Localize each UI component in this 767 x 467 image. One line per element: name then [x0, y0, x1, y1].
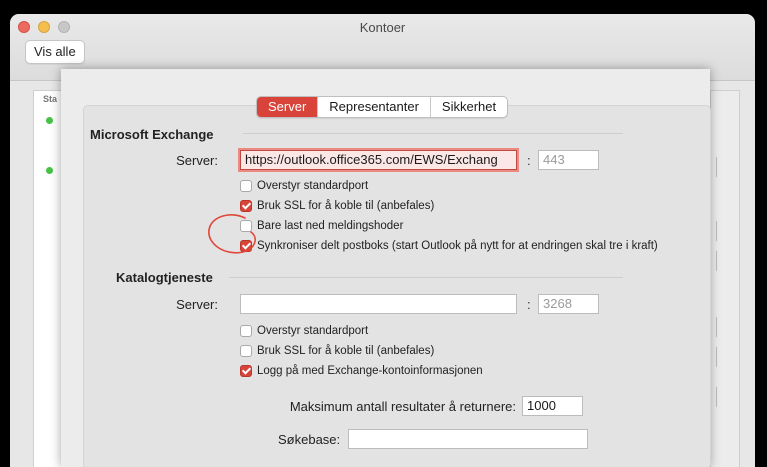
- background-control: [710, 347, 717, 367]
- status-online-icon: [46, 167, 53, 174]
- override-port-option[interactable]: Overstyr standardport: [240, 178, 368, 194]
- background-control: [710, 387, 717, 407]
- directory-use-ssl-option[interactable]: Bruk SSL for å koble til (anbefales): [240, 343, 434, 359]
- sync-shared-mailbox-label: Synkroniser delt postboks (start Outlook…: [257, 240, 658, 252]
- section-divider: [243, 133, 623, 134]
- exchange-section-title: Microsoft Exchange: [90, 127, 214, 142]
- tab-bar: Server Representanter Sikkerhet: [256, 96, 509, 118]
- override-port-label: Overstyr standardport: [257, 180, 369, 192]
- directory-port-field[interactable]: 3268: [538, 294, 599, 314]
- directory-section-title: Katalogtjeneste: [116, 270, 213, 285]
- sync-shared-mailbox-option[interactable]: Synkroniser delt postboks (start Outlook…: [240, 238, 658, 254]
- account-settings-sheet: Server Representanter Sikkerhet Microsof…: [61, 69, 711, 467]
- max-results-label: Maksimum antall resultater å returnere:: [289, 399, 516, 414]
- headers-only-checkbox[interactable]: [240, 220, 252, 232]
- show-all-button[interactable]: Vis alle: [25, 40, 85, 64]
- status-column-header: Sta: [43, 94, 58, 104]
- headers-only-option[interactable]: Bare last ned meldingshoder: [240, 218, 403, 234]
- accounts-window: Kontoer Vis alle Sta Server Representant…: [10, 14, 755, 467]
- status-online-icon: [46, 117, 53, 124]
- directory-server-field[interactable]: [240, 294, 517, 314]
- directory-override-port-checkbox[interactable]: [240, 325, 252, 337]
- max-results-field[interactable]: 1000: [522, 396, 583, 416]
- override-port-checkbox[interactable]: [240, 180, 252, 192]
- directory-use-ssl-label: Bruk SSL for å koble til (anbefales): [257, 345, 435, 357]
- headers-only-label: Bare last ned meldingshoder: [257, 220, 404, 232]
- tab-representatives[interactable]: Representanter: [317, 97, 430, 117]
- directory-server-label: Server:: [176, 297, 218, 312]
- exchange-port-field[interactable]: 443: [538, 150, 599, 170]
- searchbase-field[interactable]: [348, 429, 588, 449]
- exchange-server-label: Server:: [176, 153, 218, 168]
- background-control: [710, 157, 717, 177]
- port-separator: :: [527, 153, 531, 168]
- directory-override-port-label: Overstyr standardport: [257, 325, 369, 337]
- window-title: Kontoer: [359, 20, 406, 35]
- directory-use-ssl-checkbox[interactable]: [240, 345, 252, 357]
- tab-security[interactable]: Sikkerhet: [429, 97, 507, 117]
- directory-override-port-option[interactable]: Overstyr standardport: [240, 323, 368, 339]
- use-ssl-label: Bruk SSL for å koble til (anbefales): [257, 200, 435, 212]
- account-list[interactable]: [33, 90, 63, 467]
- exchange-login-label: Logg på med Exchange-kontoinformasjonen: [257, 365, 483, 377]
- background-control: [710, 251, 717, 271]
- section-divider: [229, 277, 623, 278]
- tab-server[interactable]: Server: [257, 97, 318, 117]
- sync-shared-mailbox-checkbox[interactable]: [240, 240, 252, 252]
- port-separator: :: [527, 297, 531, 312]
- background-control: [710, 221, 717, 241]
- background-control: [710, 317, 717, 337]
- use-ssl-option[interactable]: Bruk SSL for å koble til (anbefales): [240, 198, 434, 214]
- exchange-login-option[interactable]: Logg på med Exchange-kontoinformasjonen: [240, 363, 483, 379]
- exchange-server-field[interactable]: https://outlook.office365.com/EWS/Exchan…: [240, 150, 517, 170]
- use-ssl-checkbox[interactable]: [240, 200, 252, 212]
- background-panel: [710, 90, 740, 467]
- exchange-login-checkbox[interactable]: [240, 365, 252, 377]
